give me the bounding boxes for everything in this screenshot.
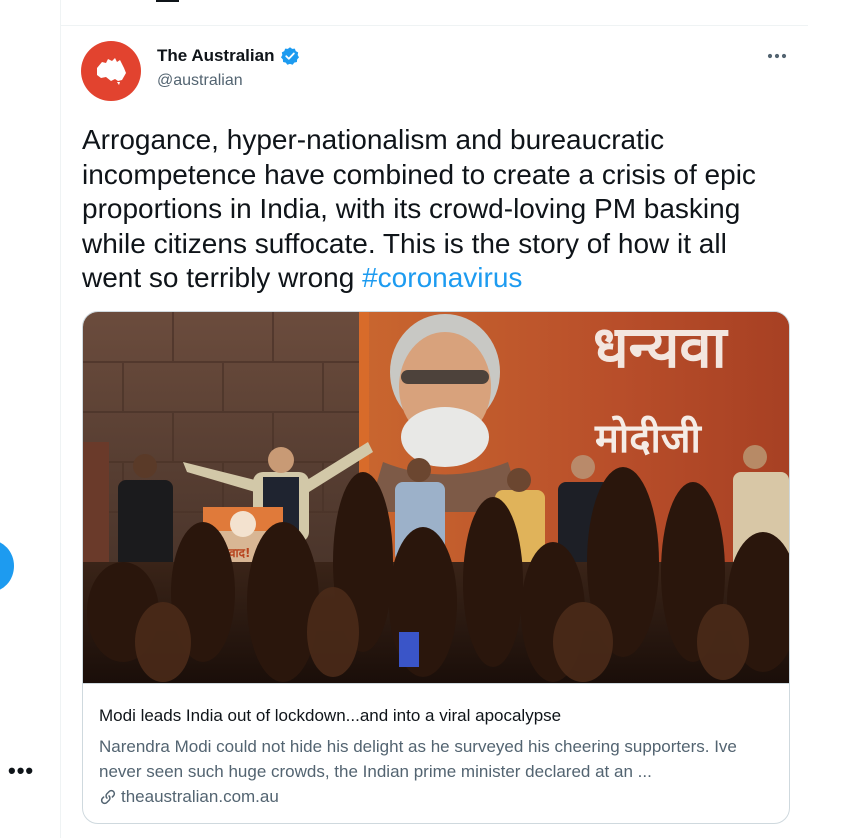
more-horizontal-icon [767, 53, 787, 59]
tweet-text: Arrogance, hyper-nationalism and bureauc… [82, 123, 782, 296]
more-account-menu[interactable]: ••• [8, 760, 34, 782]
timeline-column: — The Australian @australian Arrogance, … [60, 0, 810, 838]
australia-map-icon [97, 58, 126, 85]
author-handle[interactable]: @australian [157, 72, 243, 90]
banner-text-top: धन्यवा [593, 313, 729, 381]
avatar[interactable] [81, 41, 141, 101]
right-sidebar-edge [808, 0, 850, 838]
previous-tweet-edge: — [61, 0, 809, 26]
card-title: Modi leads India out of lockdown...and i… [99, 706, 562, 725]
left-nav-rail: ••• [0, 0, 60, 838]
tweet-compose-button[interactable] [0, 540, 14, 592]
card-image[interactable]: धन्यवा मोदीजी धन्यवाद! [83, 312, 789, 683]
card-body[interactable]: Modi leads India out of lockdown...and i… [83, 683, 789, 823]
card-domain: theaustralian.com.au [121, 787, 279, 806]
banner-text-mid: मोदीजी [594, 415, 703, 462]
link-icon [100, 789, 116, 805]
author-display-name[interactable]: The Australian [157, 46, 274, 66]
author-name-row[interactable]: The Australian [157, 46, 300, 66]
tweet-more-options-button[interactable] [761, 44, 793, 68]
hashtag-link[interactable]: #coronavirus [362, 262, 522, 293]
previous-tweet-cut-text: — [156, 0, 179, 13]
card-domain-row: theaustralian.com.au [99, 787, 279, 807]
rally-photo: धन्यवा मोदीजी धन्यवाद! [83, 312, 789, 683]
verified-badge-icon [281, 47, 300, 65]
link-card[interactable]: धन्यवा मोदीजी धन्यवाद! Modi leads India … [82, 311, 790, 824]
card-description: Narendra Modi could not hide his delight… [99, 737, 737, 781]
